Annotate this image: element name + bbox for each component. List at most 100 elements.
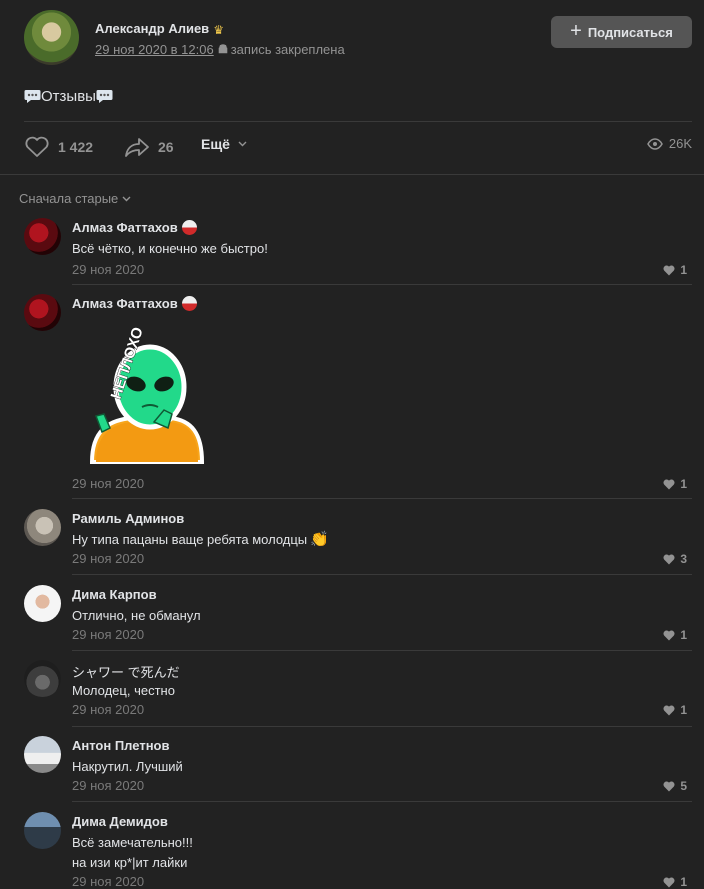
comment-text-line: Всё замечательно!!! <box>72 835 193 850</box>
post-date[interactable]: 29 ноя 2020 в 12:06 <box>95 42 214 57</box>
comment: Антон Плетнов Накрутил. Лучший 29 ноя 20… <box>24 736 692 804</box>
speech-bubble-icon <box>96 90 113 103</box>
avatar[interactable] <box>24 509 61 546</box>
clapping-hands-icon: 👏 <box>310 531 329 548</box>
like-count: 3 <box>680 552 687 566</box>
comment-date[interactable]: 29 ноя 2020 <box>72 551 144 566</box>
heart-icon <box>663 264 675 275</box>
crown-icon: ♛ <box>213 23 224 37</box>
share-count: 26 <box>158 139 174 155</box>
comment: Дима Демидов Всё замечательно!!! на изи к… <box>24 812 687 889</box>
like-count: 1 <box>680 263 687 277</box>
avatar[interactable] <box>24 294 61 331</box>
views-count: 26K <box>668 136 692 151</box>
share-button[interactable]: 26 <box>124 136 174 158</box>
comment-text: Отлично, не обманул <box>72 608 201 623</box>
comment-like-button[interactable]: 1 <box>663 477 687 491</box>
divider <box>72 284 692 285</box>
comment-date[interactable]: 29 ноя 2020 <box>72 778 144 793</box>
flag-icon <box>181 220 197 235</box>
divider <box>72 801 692 802</box>
divider <box>24 121 692 122</box>
avatar[interactable] <box>24 660 61 697</box>
heart-icon <box>663 876 675 887</box>
chevron-down-icon <box>122 196 131 201</box>
comment-text-line: на изи кр*|ит лайки <box>72 855 188 870</box>
post-text-content: Отзывы <box>41 88 96 105</box>
comment-like-button[interactable]: 3 <box>663 552 687 566</box>
comment-like-button[interactable]: 1 <box>663 263 687 277</box>
more-label: Ещё <box>201 136 230 152</box>
plus-icon: + <box>570 20 582 42</box>
like-count: 1 <box>680 477 687 491</box>
avatar[interactable] <box>24 218 61 255</box>
heart-icon <box>663 553 675 564</box>
comment-like-button[interactable]: 1 <box>663 875 687 889</box>
heart-icon <box>25 136 49 157</box>
comment-text: Накрутил. Лучший <box>72 759 183 774</box>
comment-like-button[interactable]: 5 <box>663 779 687 793</box>
comment-text: Всё чётко, и конечно же быстро! <box>72 241 268 256</box>
author-avatar[interactable] <box>24 10 79 65</box>
share-icon <box>125 138 149 157</box>
comment-like-button[interactable]: 1 <box>663 628 687 642</box>
sort-dropdown[interactable]: Сначала старые <box>19 191 131 206</box>
comment-text: Ну типа пацаны ваще ребята молодцы 👏 <box>72 531 329 548</box>
comment-author[interactable]: Антон Плетнов <box>72 738 169 753</box>
author-name[interactable]: Александр Алиев ♛ <box>95 21 227 36</box>
comment: Дима Карпов Отлично, не обманул 29 ноя 2… <box>24 585 692 653</box>
divider <box>72 726 692 727</box>
avatar[interactable] <box>24 736 61 773</box>
like-count: 1 <box>680 628 687 642</box>
divider <box>72 650 692 651</box>
sort-label: Сначала старые <box>19 191 119 206</box>
post-header: Александр Алиев ♛ 29 ноя 2020 в 12:06 запи… <box>24 10 692 70</box>
like-count: 1 <box>680 875 687 889</box>
avatar[interactable] <box>24 585 61 622</box>
heart-icon <box>663 629 675 640</box>
comment-author[interactable]: Дима Демидов <box>72 814 168 829</box>
comment-date[interactable]: 29 ноя 2020 <box>72 262 144 277</box>
eye-icon <box>646 137 663 150</box>
speech-bubble-icon <box>24 90 41 103</box>
heart-icon <box>663 780 675 791</box>
comment-date[interactable]: 29 ноя 2020 <box>72 627 144 642</box>
comment-date[interactable]: 29 ноя 2020 <box>72 702 144 717</box>
comment: Алмаз Фаттахов НЕПЛОХО 29 ноя 2020 1 <box>24 294 692 500</box>
comment-like-button[interactable]: 1 <box>663 703 687 717</box>
comment: シャワー で死んだ Молодец, честно 29 ноя 2020 1 <box>24 660 692 728</box>
comment-author[interactable]: シャワー で死んだ <box>72 662 180 681</box>
divider <box>0 174 704 175</box>
comment: Рамиль Админов Ну типа пацаны ваще ребят… <box>24 509 692 577</box>
subscribe-button[interactable]: + Подписаться <box>551 16 692 48</box>
comment-text: Молодец, честно <box>72 683 175 698</box>
flag-icon <box>181 296 197 311</box>
comment-author[interactable]: Алмаз Фаттахов <box>72 220 197 235</box>
alien-sticker[interactable]: НЕПЛОХО <box>72 322 222 472</box>
like-count: 1 <box>680 703 687 717</box>
comment-author[interactable]: Рамиль Админов <box>72 511 184 526</box>
avatar[interactable] <box>24 812 61 849</box>
views-counter: 26K <box>646 136 692 151</box>
heart-icon <box>663 704 675 715</box>
comment-author[interactable]: Алмаз Фаттахов <box>72 296 197 311</box>
chevron-down-icon <box>238 141 247 147</box>
comment: Алмаз Фаттахов Всё чётко, и конечно же б… <box>24 218 692 286</box>
like-count: 1 422 <box>58 139 94 155</box>
post-meta: 29 ноя 2020 в 12:06 запись закреплена <box>95 42 345 57</box>
divider <box>72 498 692 499</box>
post-actions: 1 422 26 Ещё 26K <box>24 136 692 160</box>
pinned-label: запись закреплена <box>230 42 345 57</box>
android-icon <box>218 44 228 54</box>
heart-icon <box>663 478 675 489</box>
comment-text: Всё замечательно!!! на изи кр*|ит лайки <box>72 833 193 873</box>
divider <box>72 574 692 575</box>
like-button[interactable]: 1 422 <box>24 136 93 158</box>
more-button[interactable]: Ещё <box>201 136 247 152</box>
post-text: Отзывы <box>24 88 113 105</box>
comment-date[interactable]: 29 ноя 2020 <box>72 476 144 491</box>
comment-author[interactable]: Дима Карпов <box>72 587 157 602</box>
like-count: 5 <box>680 779 687 793</box>
subscribe-label: Подписаться <box>587 24 673 40</box>
comment-date[interactable]: 29 ноя 2020 <box>72 874 144 889</box>
